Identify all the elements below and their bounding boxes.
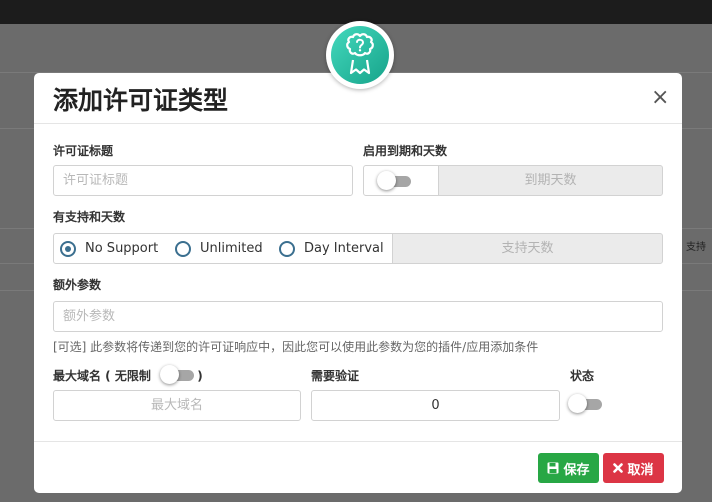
close-button[interactable]: ×: [651, 85, 669, 110]
support-option-unlimited[interactable]: Unlimited: [175, 233, 263, 264]
license-title-input[interactable]: [53, 165, 353, 196]
expiry-days-field: 到期天数: [438, 165, 663, 196]
expiry-toggle[interactable]: [377, 171, 413, 190]
radio-unchecked-icon: [279, 240, 295, 257]
max-domains-label-suffix: ): [197, 369, 203, 383]
status-label: 状态: [570, 369, 595, 383]
max-domains-input[interactable]: [53, 390, 301, 421]
cancel-button-label: 取消: [627, 462, 654, 478]
extra-params-label: 额外参数: [53, 278, 102, 292]
extra-params-input[interactable]: [53, 301, 663, 332]
extra-params-help-text: [可选] 此参数将传递到您的许可证响应中，因此您可以使用此参数为您的插件/应用添…: [53, 340, 539, 354]
modal-title: 添加许可证类型: [53, 86, 229, 115]
floppy-disk-icon: [547, 462, 559, 474]
save-button[interactable]: 保存: [538, 453, 599, 483]
save-button-label: 保存: [563, 462, 590, 478]
support-label: 有支持和天数: [53, 210, 126, 224]
x-icon: [613, 463, 624, 473]
toggle-knob: [568, 394, 587, 413]
background-column-header: 支持: [686, 242, 706, 253]
require-verify-input[interactable]: [311, 390, 560, 421]
support-option-day-interval[interactable]: Day Interval: [279, 233, 384, 264]
modal-footer: 保存 取消: [34, 441, 682, 493]
support-days-field: 支持天数: [392, 233, 663, 264]
modal-badge: [326, 21, 394, 89]
support-option-label: No Support: [85, 241, 159, 256]
toggle-knob: [377, 171, 396, 190]
unlimited-domains-toggle[interactable]: [160, 365, 196, 384]
toggle-knob: [160, 365, 179, 384]
add-license-type-modal: 添加许可证类型 × 许可证标题 启用到期和天数 到期天数 有支持和天数 No S…: [34, 73, 682, 493]
award-ribbon-question-icon: [346, 33, 374, 75]
max-domains-label-text: 最大域名 ( 无限制: [53, 369, 151, 383]
license-title-label: 许可证标题: [53, 144, 114, 158]
expiry-label: 启用到期和天数: [363, 144, 448, 158]
badge-inner: [331, 26, 389, 84]
support-option-no-support[interactable]: No Support: [60, 233, 158, 264]
cancel-button[interactable]: 取消: [603, 453, 664, 483]
expiry-toggle-group: [363, 165, 439, 196]
radio-checked-icon: [60, 240, 76, 257]
radio-unchecked-icon: [175, 240, 191, 257]
status-toggle[interactable]: [568, 394, 604, 413]
support-option-label: Day Interval: [304, 241, 384, 256]
require-verify-label: 需要验证: [311, 369, 360, 383]
support-option-label: Unlimited: [200, 241, 263, 256]
